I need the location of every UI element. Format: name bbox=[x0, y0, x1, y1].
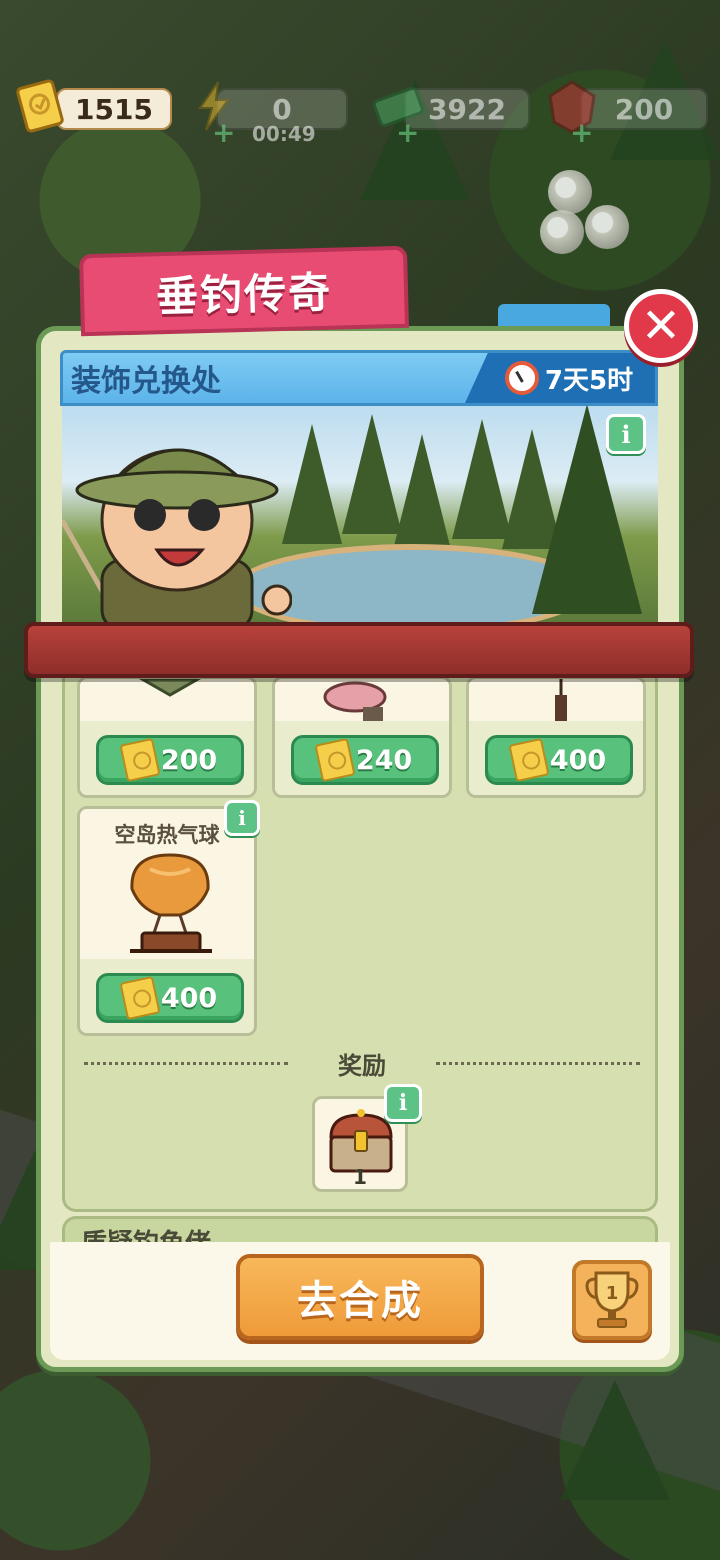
event-timer: 7天5时 bbox=[465, 353, 655, 403]
cash-counter[interactable]: + 3922 bbox=[370, 86, 530, 147]
shop-item-card[interactable]: 240 bbox=[272, 676, 452, 798]
item-thumbnail bbox=[323, 681, 387, 721]
buy-button[interactable]: 240 bbox=[291, 735, 439, 785]
close-button[interactable]: ✕ bbox=[624, 289, 698, 363]
trophy-count: 1 bbox=[606, 1283, 619, 1304]
item-info-button[interactable]: i bbox=[224, 800, 260, 836]
ticket-icon bbox=[16, 79, 64, 133]
modal-title: 垂钓传奇 bbox=[78, 245, 410, 337]
banner-tree bbox=[392, 434, 452, 554]
ticket-icon bbox=[314, 737, 356, 783]
price-value: 200 bbox=[160, 744, 218, 776]
buy-button[interactable]: 400 bbox=[96, 973, 244, 1023]
fisherman-character bbox=[62, 448, 292, 626]
ticket-icon bbox=[508, 737, 550, 783]
street-lamp bbox=[540, 210, 584, 254]
add-gems-icon[interactable]: + bbox=[570, 119, 593, 147]
price-value: 240 bbox=[355, 744, 413, 776]
next-section-title: 质疑钓鱼佬 bbox=[81, 1223, 211, 1242]
price-value: 400 bbox=[160, 982, 218, 1014]
reward-count: 1 bbox=[353, 1165, 367, 1189]
ticket-icon bbox=[119, 737, 161, 783]
energy-timer: 00:49 bbox=[252, 122, 316, 146]
trophy-icon: 1 bbox=[585, 1271, 639, 1328]
street-lamp bbox=[548, 170, 592, 214]
price-value: 400 bbox=[549, 744, 607, 776]
reward-info-button[interactable]: i bbox=[384, 1084, 422, 1122]
decor-tab bbox=[498, 304, 610, 326]
buy-button[interactable]: 400 bbox=[485, 735, 633, 785]
wooden-divider bbox=[24, 622, 694, 678]
shop-item-card[interactable]: 空岛热气球 400 bbox=[77, 806, 257, 1036]
clock-icon bbox=[504, 361, 539, 395]
next-section-header: 质疑钓鱼佬 bbox=[62, 1216, 658, 1242]
shop-item-card[interactable]: 200 bbox=[77, 676, 257, 798]
go-merge-button[interactable]: 去合成 bbox=[236, 1254, 484, 1340]
hot-air-balloon-icon bbox=[130, 853, 212, 953]
item-thumbnail bbox=[555, 679, 567, 723]
shop-item-card[interactable]: 400 bbox=[466, 676, 646, 798]
ticket-icon bbox=[119, 975, 161, 1021]
buy-button[interactable]: 200 bbox=[96, 735, 244, 785]
gem-counter[interactable]: + 200 bbox=[544, 80, 708, 147]
ticket-counter[interactable]: 1515 bbox=[12, 79, 172, 133]
background-tree bbox=[560, 1380, 670, 1500]
banner-info-button[interactable]: i bbox=[606, 414, 646, 454]
time-left-text: 7天5时 bbox=[544, 365, 634, 396]
item-thumbnail bbox=[138, 679, 202, 697]
trophy-button[interactable]: 1 bbox=[572, 1260, 652, 1340]
add-cash-icon[interactable]: + bbox=[396, 119, 419, 147]
street-lamp bbox=[585, 205, 629, 249]
reward-divider: 奖励 bbox=[84, 1048, 640, 1080]
reward-label: 奖励 bbox=[338, 1051, 386, 1080]
ticket-value: 1515 bbox=[56, 88, 172, 130]
add-energy-icon[interactable]: + bbox=[212, 119, 235, 147]
